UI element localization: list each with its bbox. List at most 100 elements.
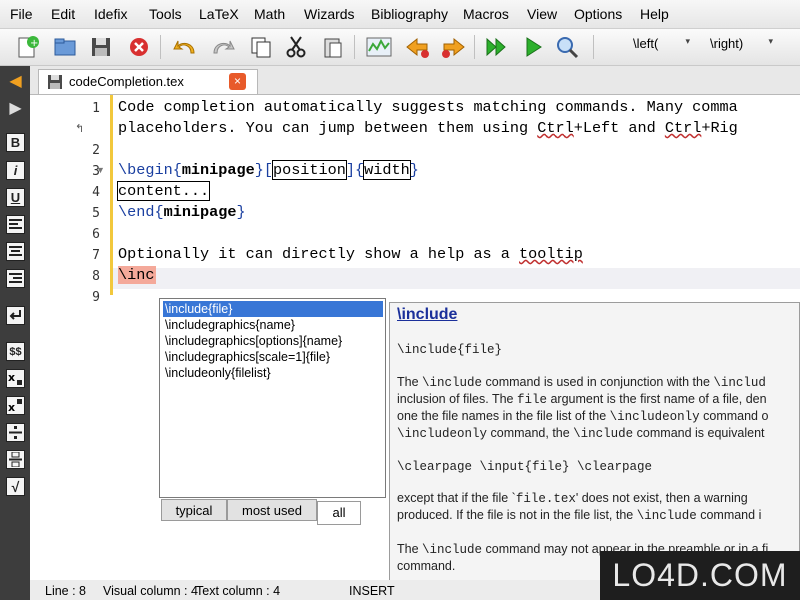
align-right-icon[interactable]	[6, 269, 25, 288]
svg-text:x: x	[8, 371, 15, 384]
help-text: one the file names in the file list of t…	[397, 409, 769, 424]
code-line-7: Optionally it can directly show a help a…	[118, 245, 583, 263]
compile-icon[interactable]	[484, 34, 510, 60]
help-example: \clearpage \input{file} \clearpage	[397, 460, 653, 474]
bold-icon[interactable]: B	[6, 133, 25, 152]
close-icon[interactable]: ×	[229, 73, 246, 90]
undo-icon[interactable]	[172, 34, 198, 60]
save-icon[interactable]	[88, 34, 114, 60]
underline-icon[interactable]: U	[6, 188, 25, 207]
placeholder-width[interactable]: width	[363, 160, 411, 180]
left-delimiter-combo[interactable]: \left( ▾	[605, 36, 690, 56]
svg-text:x: x	[8, 401, 15, 413]
completion-list[interactable]: \include{file} \includegraphics{name} \i…	[159, 298, 386, 498]
cut-icon[interactable]	[283, 34, 309, 60]
menu-help[interactable]: Help	[640, 6, 669, 22]
chevron-down-icon: ▾	[685, 36, 690, 46]
newline-icon[interactable]	[6, 306, 25, 325]
code-line-5: \end{minipage}	[118, 203, 246, 221]
right-delimiter-combo[interactable]: \right) ▾	[705, 36, 773, 56]
placeholder-position[interactable]: position	[271, 160, 347, 180]
tab-most-used[interactable]: most used	[227, 499, 317, 521]
view-icon[interactable]	[555, 34, 581, 60]
open-file-icon[interactable]	[52, 34, 78, 60]
align-center-icon[interactable]	[6, 242, 25, 261]
code-line-3: \begin{minipage}[position]{width}	[118, 160, 419, 180]
line-number: 6	[92, 227, 100, 242]
line-number: 4	[92, 185, 100, 200]
help-text: command.	[397, 559, 456, 573]
fold-icon[interactable]: ▼	[96, 165, 105, 175]
help-text: inclusion of files. The file argument is…	[397, 392, 767, 407]
line-number: 9	[92, 290, 100, 305]
line-number: 1	[92, 101, 100, 116]
subscript-icon[interactable]: x	[6, 369, 25, 388]
structure-icon[interactable]	[366, 34, 392, 60]
code-line-8: \inc	[118, 266, 157, 284]
completion-item[interactable]: \includegraphics[options]{name}	[163, 333, 383, 349]
arrow-right-icon[interactable]: ▶	[6, 98, 25, 117]
arrow-left-icon[interactable]: ◀	[6, 71, 25, 90]
line-number: 5	[92, 206, 100, 221]
fraction-icon[interactable]	[6, 423, 25, 442]
code-line-4: content...	[116, 181, 211, 201]
save-icon	[47, 74, 63, 93]
status-visual-column: Visual column : 4	[103, 584, 198, 598]
line-number-gutter: 1 ↰ 2 3 ▼ 4 5 6 7 8 9	[30, 95, 108, 580]
help-title: \include	[397, 306, 458, 323]
math-mode-icon[interactable]: $$	[6, 342, 25, 361]
menu-idefix[interactable]: Idefix	[94, 6, 127, 22]
menu-macros[interactable]: Macros	[463, 6, 509, 22]
menu-options[interactable]: Options	[574, 6, 622, 22]
previous-mark-icon[interactable]	[405, 34, 431, 60]
help-text: except that if the file `file.tex' does …	[397, 491, 748, 506]
run-icon[interactable]	[520, 34, 546, 60]
status-text-column: Text column : 4	[196, 584, 281, 598]
document-tab-bar: codeCompletion.tex ×	[30, 66, 800, 95]
align-left-icon[interactable]	[6, 215, 25, 234]
completion-item[interactable]: \includegraphics[scale=1]{file}	[163, 349, 383, 365]
code-line-2: placeholders. You can jump between them …	[118, 119, 738, 137]
current-line-highlight	[113, 268, 800, 289]
tab-label: codeCompletion.tex	[69, 74, 184, 89]
tab-codecompletion[interactable]: codeCompletion.tex ×	[38, 69, 258, 94]
copy-icon[interactable]	[248, 34, 274, 60]
help-text: The \include command is used in conjunct…	[397, 375, 766, 390]
new-file-icon[interactable]: +	[14, 34, 40, 60]
menu-tools[interactable]: Tools	[149, 6, 182, 22]
help-syntax: \include{file}	[397, 343, 503, 357]
placeholder-content[interactable]: content...	[116, 181, 211, 201]
sqrt-icon[interactable]: √	[6, 477, 25, 496]
menu-wizards[interactable]: Wizards	[304, 6, 355, 22]
tab-all[interactable]: all	[317, 501, 361, 525]
dfrac-icon[interactable]	[6, 450, 25, 469]
menu-edit[interactable]: Edit	[51, 6, 75, 22]
menu-bibliography[interactable]: Bibliography	[371, 6, 448, 22]
redo-icon[interactable]	[210, 34, 236, 60]
tab-typical[interactable]: typical	[161, 499, 227, 521]
completion-item[interactable]: \includegraphics{name}	[163, 317, 383, 333]
menu-view[interactable]: View	[527, 6, 557, 22]
watermark-logo: LO4D.COM	[600, 551, 800, 600]
menu-math[interactable]: Math	[254, 6, 285, 22]
paste-icon[interactable]	[320, 34, 346, 60]
status-mode: INSERT	[349, 584, 395, 598]
bookmark-icon: ↰	[75, 123, 85, 135]
completion-item[interactable]: \includeonly{filelist}	[163, 365, 383, 381]
change-marker-bar	[110, 95, 113, 295]
line-number: 8	[92, 269, 100, 284]
completion-item[interactable]: \include{file}	[163, 301, 383, 317]
left-format-toolbar: ◀ ▶ B i U $$ x x √	[0, 66, 30, 600]
menu-file[interactable]: File	[10, 6, 33, 22]
menu-bar: File Edit Idefix Tools LaTeX Math Wizard…	[0, 0, 800, 29]
main-toolbar: + \left( ▾ \right) ▾	[0, 29, 800, 66]
completion-tabs: typical most used all	[161, 499, 371, 525]
superscript-icon[interactable]: x	[6, 396, 25, 415]
code-line-1: Code completion automatically suggests m…	[118, 98, 738, 116]
next-mark-icon[interactable]	[440, 34, 466, 60]
italic-icon[interactable]: i	[6, 161, 25, 180]
help-text: produced. If the file is not in the file…	[397, 508, 762, 523]
close-file-icon[interactable]	[126, 34, 152, 60]
menu-latex[interactable]: LaTeX	[199, 6, 239, 22]
status-line: Line : 8	[45, 584, 87, 598]
